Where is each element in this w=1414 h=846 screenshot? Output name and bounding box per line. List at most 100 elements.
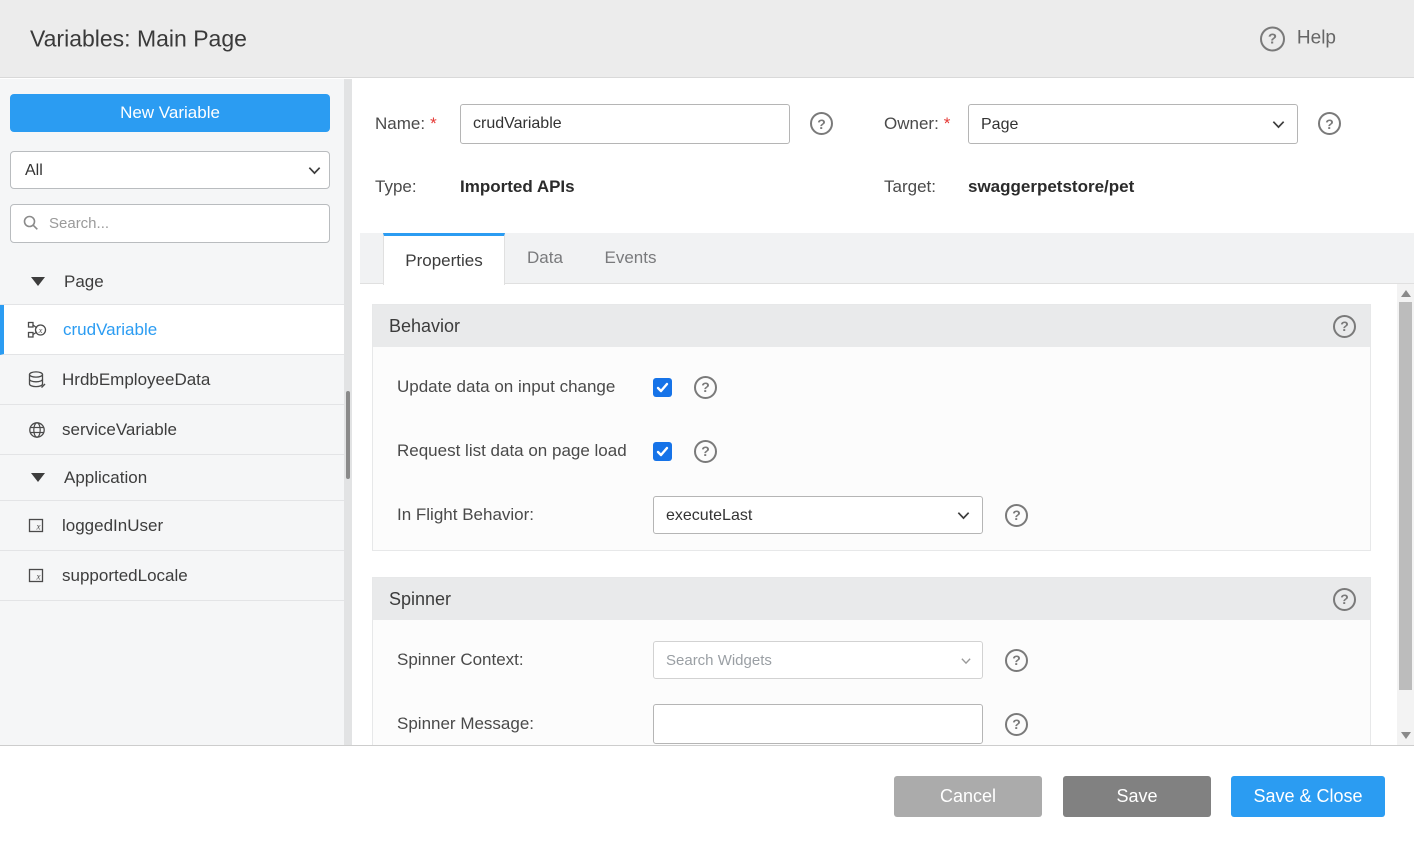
- behavior-help-icon[interactable]: ?: [1333, 315, 1356, 338]
- variable-search-wrap: [10, 204, 334, 243]
- scroll-up-icon[interactable]: [1401, 290, 1411, 297]
- chevron-down-icon: [960, 655, 972, 667]
- variable-list: Page x crudVariable HrdbEmployeeData: [0, 259, 344, 601]
- variable-filter-select[interactable]: All: [10, 151, 330, 189]
- name-label: Name:*: [375, 114, 437, 134]
- target-value: swaggerpetstore/pet: [968, 177, 1134, 197]
- spinner-context-placeholder: Search Widgets: [666, 652, 772, 669]
- dialog-titlebar: Variables: Main Page ? Help: [0, 0, 1414, 78]
- spinner-message-label: Spinner Message:: [397, 714, 653, 734]
- svg-text:x: x: [36, 571, 41, 581]
- behavior-section-body: Update data on input change ? Request li…: [373, 347, 1370, 550]
- name-help-icon[interactable]: ?: [810, 112, 833, 135]
- update-data-checkbox[interactable]: [653, 378, 672, 397]
- required-marker: *: [944, 114, 951, 133]
- request-list-row: Request list data on page load ?: [373, 419, 1370, 483]
- form-row-name-owner: Name:* ? Owner:* Page ?: [360, 104, 1414, 144]
- help-icon[interactable]: ?: [1260, 26, 1285, 51]
- globe-icon: [27, 420, 47, 440]
- request-list-help-icon[interactable]: ?: [694, 440, 717, 463]
- spinner-context-combobox[interactable]: Search Widgets: [653, 641, 983, 679]
- name-input[interactable]: [460, 104, 790, 144]
- crud-variable-icon: x: [27, 320, 48, 340]
- update-data-help-icon[interactable]: ?: [694, 376, 717, 399]
- in-flight-select[interactable]: executeLast: [653, 496, 983, 534]
- spinner-message-help-icon[interactable]: ?: [1005, 713, 1028, 736]
- sidebar-scrollbar[interactable]: [344, 79, 352, 745]
- svg-text:x: x: [38, 325, 43, 335]
- main-scrollbar-thumb[interactable]: [1399, 302, 1412, 690]
- cancel-button[interactable]: Cancel: [894, 776, 1042, 817]
- tabstrip: Properties Data Events: [360, 233, 1414, 284]
- spinner-message-input[interactable]: [653, 704, 983, 744]
- sidebar-item-label: HrdbEmployeeData: [62, 370, 210, 390]
- spinner-context-help-icon[interactable]: ?: [1005, 649, 1028, 672]
- in-flight-label: In Flight Behavior:: [397, 505, 653, 525]
- sidebar-item-hrdbemployeedata[interactable]: HrdbEmployeeData: [0, 355, 344, 405]
- spinner-context-label: Spinner Context:: [397, 650, 653, 670]
- tab-data[interactable]: Data: [505, 233, 585, 283]
- sidebar-item-loggedinuser[interactable]: x loggedInUser: [0, 501, 344, 551]
- sidebar-item-label: crudVariable: [63, 320, 157, 340]
- new-variable-button[interactable]: New Variable: [10, 94, 330, 132]
- sidebar-group-page[interactable]: Page: [0, 259, 344, 305]
- sidebar-scrollbar-thumb[interactable]: [346, 391, 350, 479]
- owner-select[interactable]: Page: [968, 104, 1298, 144]
- type-label: Type:: [375, 177, 417, 197]
- sidebar-group-application[interactable]: Application: [0, 455, 344, 501]
- update-data-row: Update data on input change ?: [373, 355, 1370, 419]
- spinner-section-title: Spinner: [389, 589, 1333, 610]
- sidebar-item-crudvariable[interactable]: x crudVariable: [0, 305, 344, 355]
- sidebar-item-label: loggedInUser: [62, 516, 163, 536]
- search-icon: [22, 214, 40, 232]
- static-variable-icon: x: [27, 516, 47, 536]
- save-and-close-button[interactable]: Save & Close: [1231, 776, 1385, 817]
- spinner-section-body: Spinner Context: Search Widgets ? Spinne…: [373, 620, 1370, 745]
- tab-events[interactable]: Events: [585, 233, 676, 283]
- request-list-label: Request list data on page load: [397, 441, 653, 461]
- caret-down-icon: [31, 277, 45, 286]
- in-flight-help-icon[interactable]: ?: [1005, 504, 1028, 527]
- variable-detail-panel: Name:* ? Owner:* Page ? Type: Imported A…: [360, 79, 1414, 745]
- target-label: Target:: [884, 177, 936, 197]
- form-row-type-target: Type: Imported APIs Target: swaggerpetst…: [360, 177, 1414, 199]
- owner-help-icon[interactable]: ?: [1318, 112, 1341, 135]
- save-button[interactable]: Save: [1063, 776, 1211, 817]
- static-variable-icon: x: [27, 566, 47, 586]
- dialog-footer: Cancel Save Save & Close: [0, 745, 1414, 846]
- update-data-label: Update data on input change: [397, 377, 653, 397]
- in-flight-select-wrap: executeLast: [653, 496, 983, 534]
- help-button[interactable]: ? Help: [1260, 26, 1336, 51]
- sidebar-item-supportedlocale[interactable]: x supportedLocale: [0, 551, 344, 601]
- help-label: Help: [1297, 28, 1336, 50]
- type-value: Imported APIs: [460, 177, 575, 197]
- check-icon: [656, 445, 669, 458]
- scroll-down-icon[interactable]: [1401, 732, 1411, 739]
- behavior-section: Behavior ? Update data on input change ?…: [372, 304, 1371, 551]
- check-icon: [656, 381, 669, 394]
- database-icon: [27, 370, 47, 390]
- spinner-context-row: Spinner Context: Search Widgets ?: [373, 628, 1370, 692]
- sidebar-item-label: supportedLocale: [62, 566, 188, 586]
- behavior-section-title: Behavior: [389, 316, 1333, 337]
- properties-content: Behavior ? Update data on input change ?…: [360, 284, 1397, 745]
- in-flight-row: In Flight Behavior: executeLast ?: [373, 483, 1370, 547]
- spinner-section-header: Spinner ?: [373, 578, 1370, 620]
- caret-down-icon: [31, 473, 45, 482]
- behavior-section-header: Behavior ?: [373, 305, 1370, 347]
- sidebar-item-servicevariable[interactable]: serviceVariable: [0, 405, 344, 455]
- svg-text:x: x: [36, 521, 41, 531]
- tab-properties[interactable]: Properties: [383, 233, 505, 285]
- main-scrollbar[interactable]: [1397, 284, 1414, 745]
- variables-sidebar: New Variable All Page x crudVariable: [0, 79, 344, 745]
- owner-select-wrap: Page: [968, 104, 1298, 144]
- page-title: Variables: Main Page: [30, 25, 247, 52]
- sidebar-item-label: serviceVariable: [62, 420, 177, 440]
- spinner-section: Spinner ? Spinner Context: Search Widget…: [372, 577, 1371, 745]
- owner-label: Owner:*: [884, 114, 950, 134]
- spinner-help-icon[interactable]: ?: [1333, 588, 1356, 611]
- spinner-message-row: Spinner Message: ?: [373, 692, 1370, 745]
- required-marker: *: [430, 114, 437, 133]
- request-list-checkbox[interactable]: [653, 442, 672, 461]
- variable-search-input[interactable]: [10, 204, 330, 243]
